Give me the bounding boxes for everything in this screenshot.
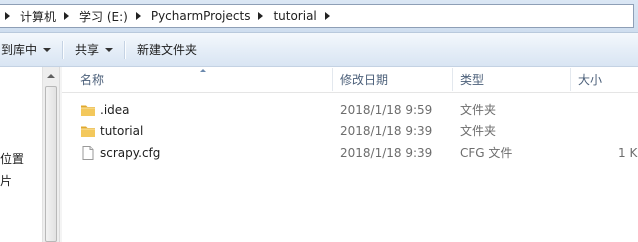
toolbar-divider	[124, 40, 127, 59]
breadcrumb-pycharmprojects[interactable]: PycharmProjects	[147, 9, 255, 23]
nav-item-location[interactable]: 位置	[0, 150, 24, 167]
toolbar-divider	[62, 40, 65, 59]
nav-item-partial[interactable]: 片	[0, 172, 12, 189]
scroll-up-arrow-icon[interactable]	[47, 74, 55, 78]
chevron-down-icon	[43, 47, 52, 52]
navigation-pane: 位置 片	[0, 67, 42, 242]
file-row[interactable]: scrapy.cfg 2018/1/18 9:39 CFG 文件 1 K	[62, 143, 638, 164]
folder-icon	[81, 105, 95, 116]
file-date: 2018/1/18 9:39	[340, 124, 433, 138]
breadcrumb-computer[interactable]: 计算机	[16, 8, 60, 25]
share-button[interactable]: 共享	[68, 38, 120, 62]
breadcrumb[interactable]: 计算机 学习 (E:) PycharmProjects tutorial	[0, 4, 634, 28]
breadcrumb-separator-icon[interactable]	[64, 12, 70, 20]
file-type: 文件夹	[460, 103, 497, 117]
breadcrumb-separator-icon[interactable]	[5, 12, 10, 20]
file-date: 2018/1/18 9:39	[340, 146, 433, 160]
file-date: 2018/1/18 9:59	[340, 103, 433, 117]
sort-ascending-icon	[200, 69, 206, 72]
folder-icon	[81, 126, 95, 137]
file-row[interactable]: tutorial 2018/1/18 9:39 文件夹	[62, 121, 638, 142]
file-name[interactable]: tutorial	[100, 121, 143, 142]
column-divider[interactable]	[452, 68, 453, 91]
navigation-scrollbar[interactable]	[42, 67, 59, 242]
file-row[interactable]: .idea 2018/1/18 9:59 文件夹	[62, 100, 638, 121]
column-header-type[interactable]: 类型	[460, 67, 484, 92]
new-folder-button[interactable]: 新建文件夹	[130, 38, 204, 62]
address-bar: 计算机 学习 (E:) PycharmProjects tutorial	[0, 0, 638, 33]
column-divider[interactable]	[332, 68, 333, 91]
column-header-row: 名称 修改日期 类型 大小	[62, 67, 638, 93]
column-header-size[interactable]: 大小	[578, 67, 602, 92]
breadcrumb-separator-icon[interactable]	[258, 12, 264, 20]
file-name[interactable]: scrapy.cfg	[100, 143, 160, 164]
share-label: 共享	[75, 43, 100, 57]
file-icon	[82, 146, 94, 160]
column-header-date-modified[interactable]: 修改日期	[340, 67, 388, 92]
file-size: 1 K	[618, 146, 638, 160]
file-type: CFG 文件	[460, 146, 513, 160]
scrollbar-thumb[interactable]	[45, 86, 57, 242]
column-header-name[interactable]: 名称	[80, 67, 104, 92]
column-divider[interactable]	[570, 68, 571, 91]
breadcrumb-tutorial[interactable]: tutorial	[269, 9, 320, 23]
file-type: 文件夹	[460, 124, 497, 138]
breadcrumb-separator-icon[interactable]	[135, 12, 141, 20]
file-list: 名称 修改日期 类型 大小 .idea 2018/1/18 9:59 文件夹 t…	[62, 67, 638, 242]
breadcrumb-drive[interactable]: 学习 (E:)	[75, 8, 132, 25]
new-folder-label: 新建文件夹	[137, 43, 198, 57]
chevron-down-icon	[105, 47, 114, 52]
include-in-library-button[interactable]: 到库中	[0, 38, 58, 62]
command-toolbar: 到库中 共享 新建文件夹	[0, 33, 638, 67]
breadcrumb-separator-icon[interactable]	[324, 12, 330, 20]
file-name[interactable]: .idea	[100, 100, 130, 121]
include-in-library-label: 到库中	[1, 43, 38, 57]
